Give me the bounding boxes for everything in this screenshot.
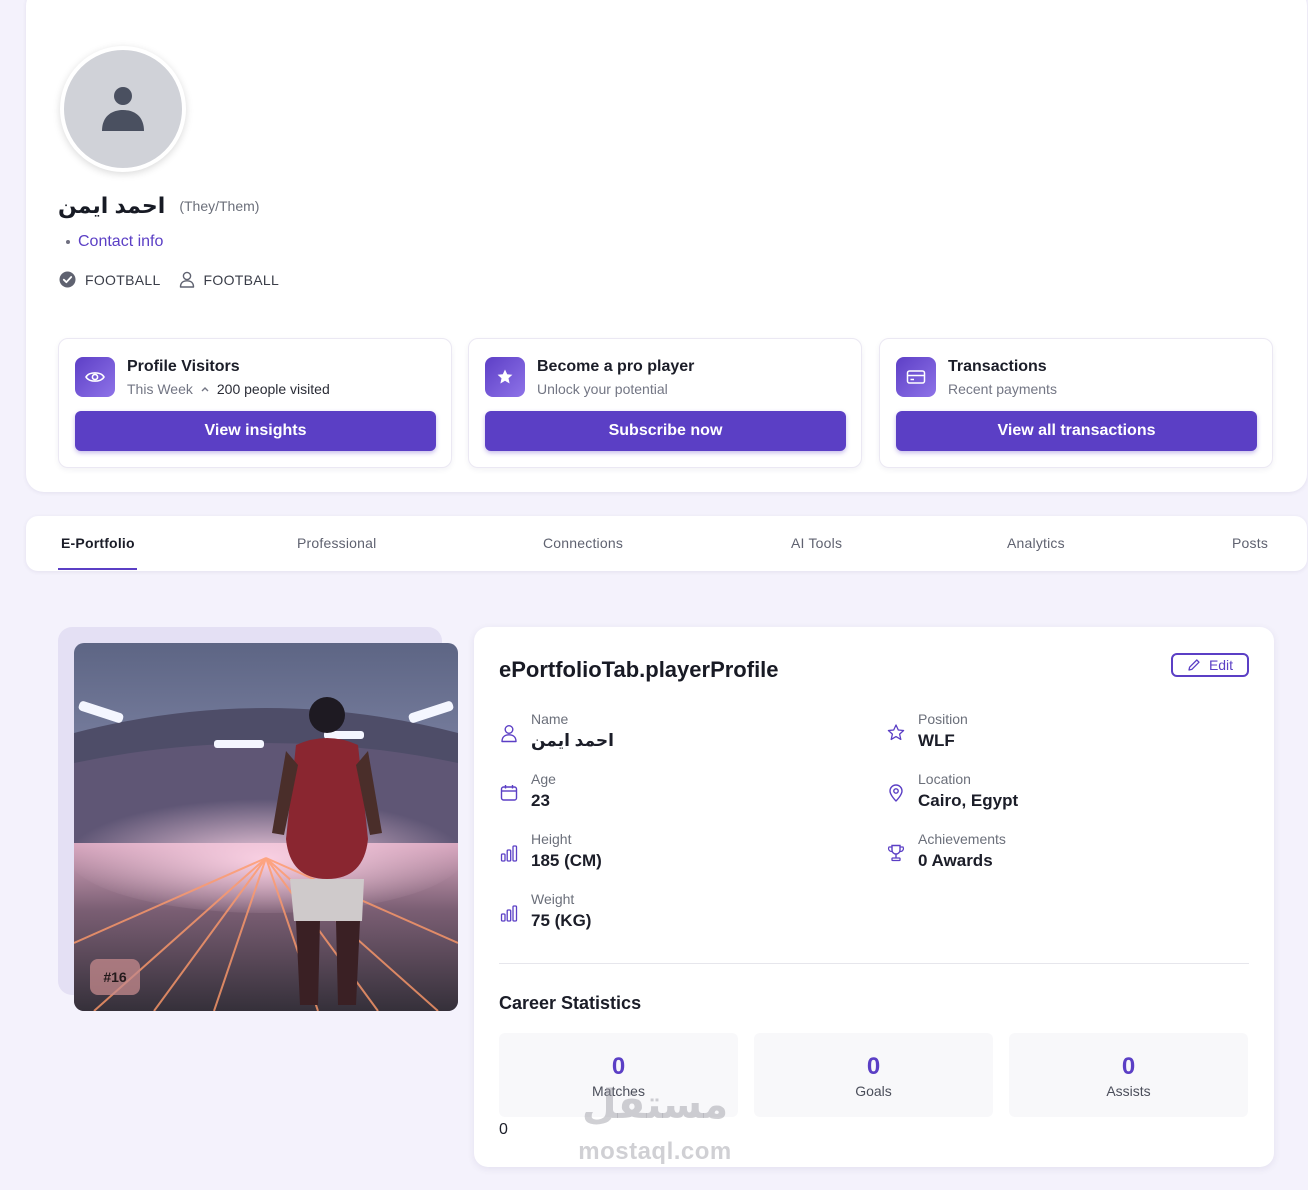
field-location: Location Cairo, Egypt: [886, 771, 1216, 815]
tab-posts[interactable]: Posts: [1232, 535, 1268, 551]
jersey-number-badge: #16: [90, 959, 140, 995]
card-title: Profile Visitors: [127, 358, 240, 375]
field-position: Position WLF: [886, 711, 1216, 755]
trophy-icon: [887, 844, 905, 862]
field-value: 23: [531, 791, 550, 810]
profile-header-card: احمد ايمن (They/Them) Contact info FOOTB…: [26, 0, 1307, 492]
field-value: 0 Awards: [918, 851, 993, 870]
card-title: Become a pro player: [537, 358, 695, 375]
caret-up-icon: [201, 387, 209, 392]
field-age: Age 23: [499, 771, 829, 815]
profile-tabs: E-Portfolio Professional Connections AI …: [26, 516, 1307, 571]
field-label: Age: [531, 771, 556, 787]
card-subtitle: Recent payments: [948, 381, 1057, 397]
bar-chart-icon: [500, 845, 518, 862]
section-divider: [499, 963, 1249, 964]
tab-e-portfolio[interactable]: E-Portfolio: [61, 535, 135, 551]
stat-label: Goals: [855, 1083, 892, 1099]
card-subtitle: Unlock your potential: [537, 381, 668, 397]
sport-tags: FOOTBALL FOOTBALL: [59, 271, 289, 288]
decorative-arc: [1257, 0, 1307, 48]
pencil-icon: [1188, 659, 1200, 671]
eye-icon: [75, 357, 115, 397]
role-tag-label: FOOTBALL: [203, 271, 280, 288]
field-label: Height: [531, 831, 572, 847]
field-value: احمد ايمن: [531, 731, 614, 750]
field-height: Height 185 (CM): [499, 831, 829, 875]
profile-visitors-card: Profile Visitors This Week 200 people vi…: [58, 338, 452, 468]
visitors-period: This Week: [127, 381, 193, 397]
field-label: Name: [531, 711, 569, 727]
field-label: Weight: [531, 891, 575, 907]
map-pin-icon: [889, 784, 903, 802]
player-profile-panel: ePortfolioTab.playerProfile Edit Name اح…: [474, 627, 1274, 1167]
stat-label: Matches: [592, 1083, 645, 1099]
view-insights-button[interactable]: View insights: [75, 411, 436, 451]
pro-player-card: Become a pro player Unlock your potentia…: [468, 338, 862, 468]
user-icon: [179, 271, 194, 288]
player-photo: [74, 643, 458, 1011]
field-weight: Weight 75 (KG): [499, 891, 829, 935]
star-icon: [887, 724, 905, 741]
stat-value: 0: [1121, 1053, 1136, 1080]
contact-info-link[interactable]: Contact info: [78, 233, 163, 251]
tab-connections[interactable]: Connections: [543, 535, 623, 551]
role-tag: FOOTBALL: [179, 271, 280, 288]
view-transactions-button[interactable]: View all transactions: [896, 411, 1257, 451]
field-name: Name احمد ايمن: [499, 711, 829, 755]
pronouns: (They/Them): [179, 198, 260, 214]
career-statistics-title: Career Statistics: [499, 993, 642, 1013]
sport-tag-label: FOOTBALL: [85, 271, 161, 288]
active-tab-indicator: [58, 568, 137, 570]
star-icon: [485, 357, 525, 397]
visitors-count: 200 people visited: [216, 381, 330, 397]
bar-chart-icon: [500, 905, 518, 922]
user-icon: [501, 725, 517, 743]
field-label: Position: [918, 711, 968, 727]
stat-goals: 0 Goals: [754, 1033, 993, 1117]
field-label: Achievements: [918, 831, 1006, 847]
tab-ai-tools[interactable]: AI Tools: [791, 535, 842, 551]
stray-value: 0: [499, 1121, 508, 1138]
tab-analytics[interactable]: Analytics: [1007, 535, 1065, 551]
credit-card-icon: [896, 357, 936, 397]
stat-value: 0: [611, 1053, 626, 1080]
stat-matches: 0 Matches: [499, 1033, 738, 1117]
field-label: Location: [918, 771, 971, 787]
sport-tag: FOOTBALL: [59, 271, 161, 288]
bullet-dot: [66, 240, 70, 244]
field-value: Cairo, Egypt: [918, 791, 1019, 810]
transactions-card: Transactions Recent payments View all tr…: [879, 338, 1273, 468]
profile-name: احمد ايمن: [58, 193, 166, 218]
field-achievements: Achievements 0 Awards: [886, 831, 1216, 875]
field-value: 185 (CM): [531, 851, 602, 870]
stat-value: 0: [866, 1053, 881, 1080]
name-row: احمد ايمن (They/Them): [58, 193, 259, 219]
card-title: Transactions: [948, 358, 1047, 375]
edit-label: Edit: [1208, 657, 1234, 673]
calendar-icon: [500, 785, 518, 801]
avatar[interactable]: [60, 46, 186, 172]
user-placeholder-icon: [102, 87, 144, 131]
panel-title: ePortfolioTab.playerProfile: [499, 657, 779, 682]
check-circle-icon: [59, 271, 76, 288]
edit-button[interactable]: Edit: [1171, 653, 1249, 677]
subscribe-button[interactable]: Subscribe now: [485, 411, 846, 451]
contact-row: Contact info: [66, 233, 163, 251]
stat-assists: 0 Assists: [1009, 1033, 1248, 1117]
card-subtitle: This Week 200 people visited: [127, 381, 330, 397]
field-value: WLF: [918, 731, 955, 750]
stat-label: Assists: [1106, 1083, 1151, 1099]
field-value: 75 (KG): [531, 911, 592, 930]
tab-professional[interactable]: Professional: [297, 535, 376, 551]
